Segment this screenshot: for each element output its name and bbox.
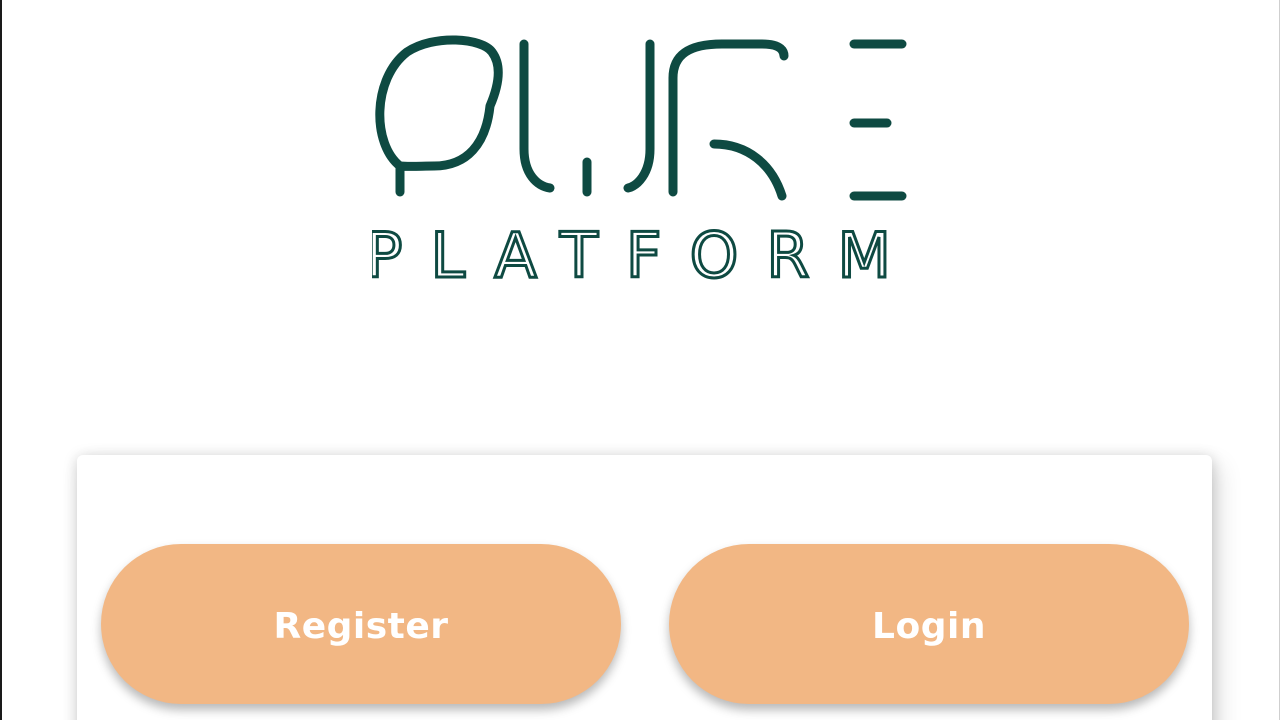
logo-tagline: PLATFORM (372, 219, 912, 284)
logo-letter-u (519, 39, 655, 197)
logo-letter-p (375, 35, 503, 197)
app-frame: PLATFORM Register Login (0, 0, 1280, 720)
register-button[interactable]: Register (101, 544, 621, 704)
login-button[interactable]: Login (669, 544, 1189, 704)
brand-logo: PLATFORM (372, 34, 912, 284)
logo-letter-r (668, 39, 789, 201)
logo-letter-e (849, 39, 907, 201)
auth-card: Register Login (77, 455, 1212, 720)
